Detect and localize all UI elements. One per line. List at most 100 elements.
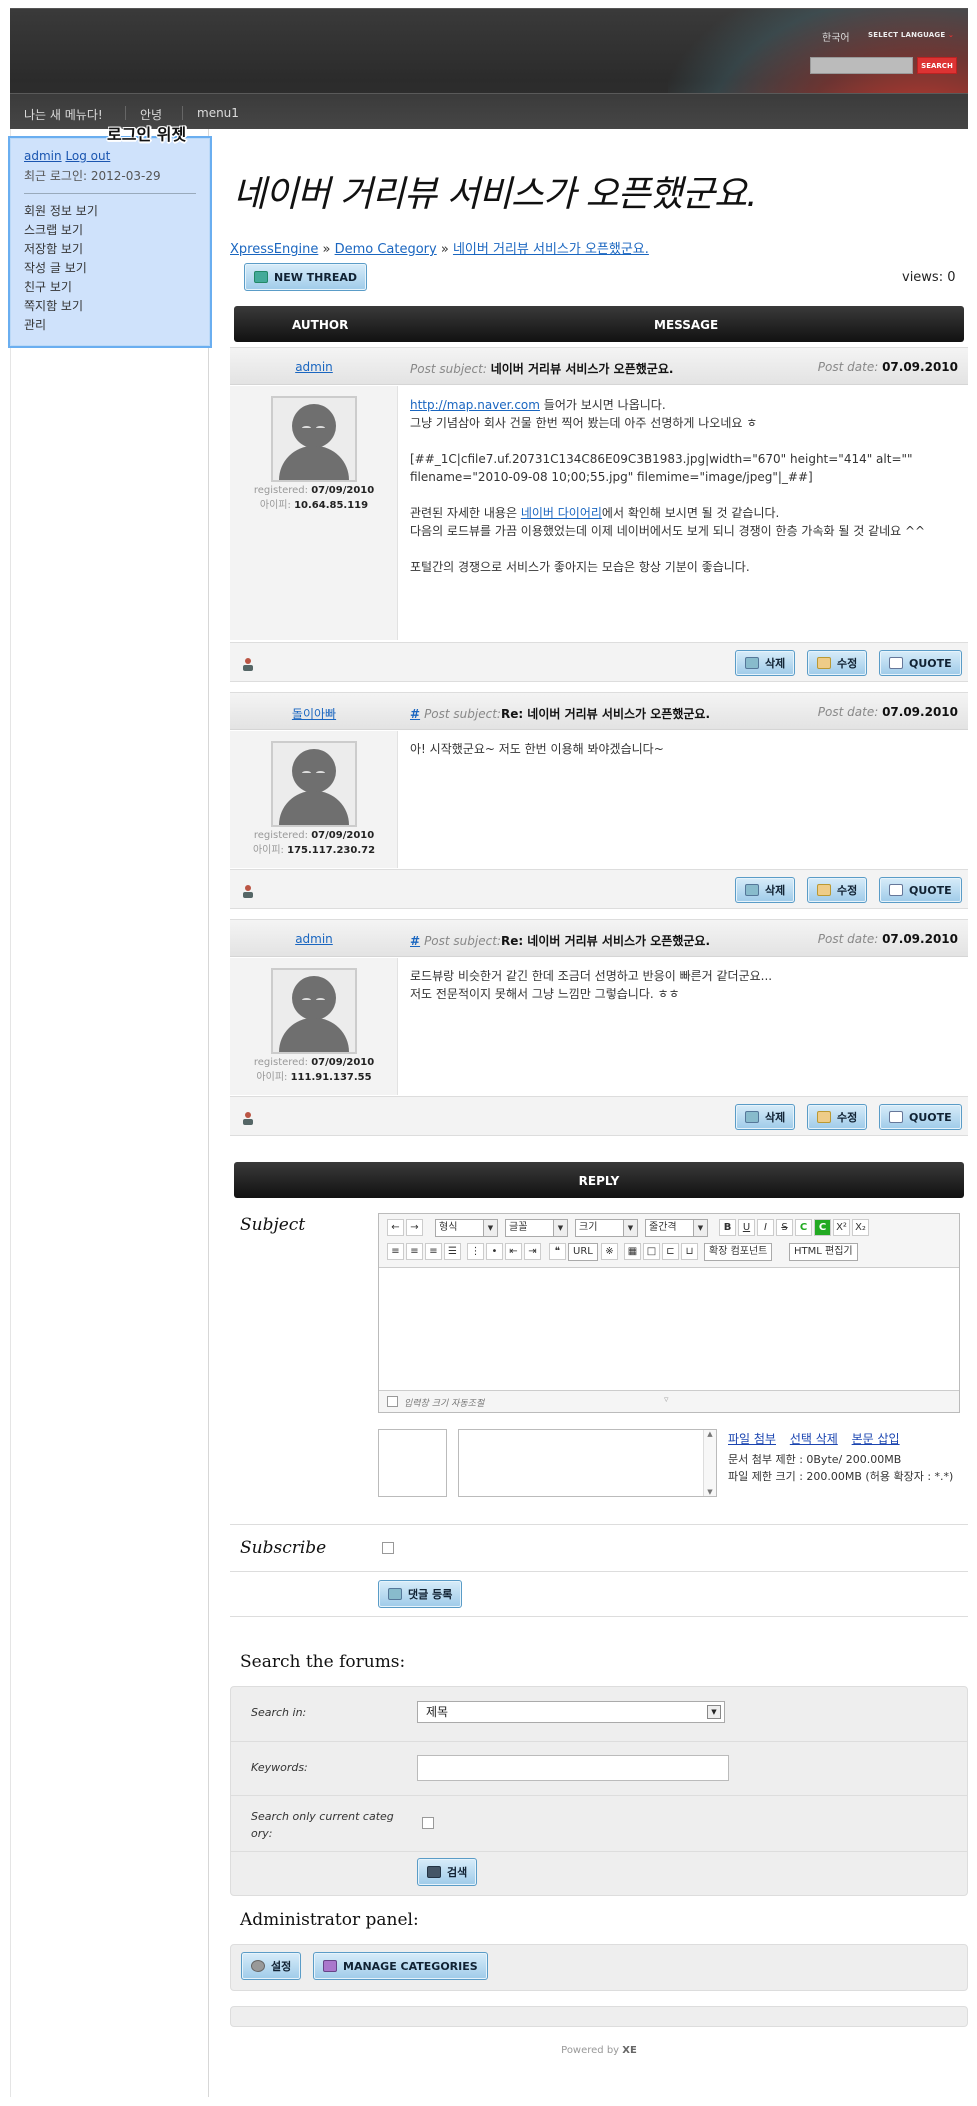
naver-map-link[interactable]: http://map.naver.com [410,398,540,412]
align-center-icon[interactable]: ≡ [406,1243,423,1260]
underline-icon[interactable]: U [738,1219,755,1236]
user-link[interactable]: admin [24,149,62,163]
insert-into-body-link[interactable]: 본문 삽입 [852,1432,900,1446]
edit-button[interactable]: 수정 [807,877,868,903]
new-thread-button[interactable]: NEW THREAD [244,263,368,291]
post-permalink[interactable]: # [410,707,420,721]
table-row-icon[interactable]: □ [643,1243,660,1260]
resize-handle-icon[interactable]: ▿ [664,1395,669,1405]
bold-icon[interactable]: B [719,1219,736,1236]
search-in-select[interactable]: 제목 ▼ [417,1701,725,1723]
strike-icon[interactable]: S [776,1219,793,1236]
user-icon[interactable] [242,1111,254,1125]
format-select[interactable]: 형식 ▼ [435,1219,498,1237]
quote-button[interactable]: QUOTE [879,877,962,903]
avatar-eye [302,771,311,775]
post-author[interactable]: 돌이아빠 [230,705,398,722]
size-select-value: 크기 [579,1222,598,1233]
table-split-icon[interactable]: ⊔ [681,1243,698,1260]
redo-icon[interactable]: → [406,1219,423,1236]
blockquote-icon[interactable]: ❝ [549,1243,566,1260]
align-justify-icon[interactable]: ☰ [444,1243,461,1260]
registered-date: 07/09/2010 [311,830,375,841]
superscript-icon[interactable]: X² [833,1219,850,1236]
menu-item-my-posts[interactable]: 작성 글 보기 [24,259,98,278]
html-editor-button[interactable]: HTML 편집기 [789,1243,858,1261]
manage-categories-label: MANAGE CATEGORIES [343,1959,478,1973]
settings-button[interactable]: 설정 [241,1952,302,1980]
table-merge-icon[interactable]: ⊏ [662,1243,679,1260]
keywords-input[interactable] [417,1755,729,1781]
subscribe-checkbox[interactable] [382,1542,394,1554]
upload-file-list[interactable]: ▲ ▼ [458,1429,717,1497]
editor-text-area[interactable] [379,1269,959,1391]
comment-icon [388,1588,402,1600]
user-icon[interactable] [242,657,254,671]
current-category-checkbox[interactable] [422,1817,434,1829]
page-title: 네이버 거리뷰 서비스가 오픈했군요. [233,174,758,215]
auto-resize-checkbox[interactable] [387,1396,398,1407]
delete-button[interactable]: 삭제 [735,650,796,676]
menu-item-admin[interactable]: 관리 [24,316,98,335]
extension-component-button[interactable]: 확장 컴포넌트 [704,1243,773,1261]
edit-button[interactable]: 수정 [807,1104,868,1130]
header-search-button[interactable]: SEARCH [917,57,957,74]
manage-categories-button[interactable]: MANAGE CATEGORIES [313,1952,488,1980]
menu-item-friends[interactable]: 친구 보기 [24,278,98,297]
breadcrumb-xpressengine[interactable]: XpressEngine [230,242,318,257]
text-color-icon[interactable]: C [795,1219,812,1236]
menu-item-messages[interactable]: 쪽지함 보기 [24,297,98,316]
menu-item-scrap[interactable]: 스크랩 보기 [24,221,98,240]
table-icon[interactable]: ▦ [624,1243,641,1260]
submit-reply-button[interactable]: 댓글 등록 [378,1580,463,1608]
ordered-list-icon[interactable]: ⋮ [467,1243,484,1260]
bg-color-icon[interactable]: C [814,1219,831,1236]
font-select[interactable]: 글꼴 ▼ [505,1219,568,1237]
registered-date: 07/09/2010 [311,485,375,496]
delete-button[interactable]: 삭제 [735,1104,796,1130]
indent-icon[interactable]: ⇥ [524,1243,541,1260]
special-char-icon[interactable]: ※ [601,1243,618,1260]
current-language: 한국어 [822,33,850,44]
menu-item-saved[interactable]: 저장함 보기 [24,240,98,259]
breadcrumb-thread[interactable]: 네이버 거리뷰 서비스가 오픈했군요. [453,242,649,257]
content-line: http://map.naver.com 들어가 보시면 나옵니다. [410,396,960,414]
logout-link[interactable]: Log out [65,149,110,163]
nav-item-menu1[interactable]: menu1 [197,106,239,120]
align-left-icon[interactable]: ≡ [387,1243,404,1260]
scroll-up-icon[interactable]: ▲ [704,1430,716,1438]
delete-selected-link[interactable]: 선택 삭제 [790,1432,838,1446]
attach-file-link[interactable]: 파일 첨부 [728,1432,776,1446]
date-value: 07.09.2010 [882,705,958,719]
menu-item-member-info[interactable]: 회원 정보 보기 [24,202,98,221]
naver-diary-link[interactable]: 네이버 다이어리 [521,506,602,520]
italic-icon[interactable]: I [757,1219,774,1236]
nav-item-new-menu[interactable]: 나는 새 메뉴다! [24,106,103,123]
scrollbar[interactable]: ▲ ▼ [703,1430,716,1496]
scroll-down-icon[interactable]: ▼ [704,1488,716,1496]
line-height-select[interactable]: 줄간격 ▼ [645,1219,708,1237]
header-search-input[interactable] [810,57,913,74]
last-login: 최근 로그인: 2012-03-29 [24,169,161,183]
size-select[interactable]: 크기 ▼ [575,1219,638,1237]
search-in-label: Search in: [251,1706,307,1719]
quote-button[interactable]: QUOTE [879,1104,962,1130]
post-author[interactable]: admin [230,932,398,946]
outdent-icon[interactable]: ⇤ [505,1243,522,1260]
user-icon[interactable] [242,884,254,898]
select-language-dropdown[interactable]: SELECT LANGUAGE ⌄ [868,31,954,39]
breadcrumb-category[interactable]: Demo Category [335,242,437,257]
edit-button[interactable]: 수정 [807,650,868,676]
post-author[interactable]: admin [230,360,398,374]
editor-resize-bar[interactable]: 입력창 크기 자동조절 ▿ [379,1390,959,1412]
undo-icon[interactable]: ← [387,1219,404,1236]
align-right-icon[interactable]: ≡ [425,1243,442,1260]
xe-logo[interactable]: XE [622,2045,637,2056]
url-button[interactable]: URL [568,1243,598,1261]
search-submit-button[interactable]: 검색 [417,1858,478,1886]
quote-button[interactable]: QUOTE [879,650,962,676]
unordered-list-icon[interactable]: • [486,1243,503,1260]
post-permalink[interactable]: # [410,934,420,948]
subscript-icon[interactable]: X₂ [852,1219,869,1236]
delete-button[interactable]: 삭제 [735,877,796,903]
